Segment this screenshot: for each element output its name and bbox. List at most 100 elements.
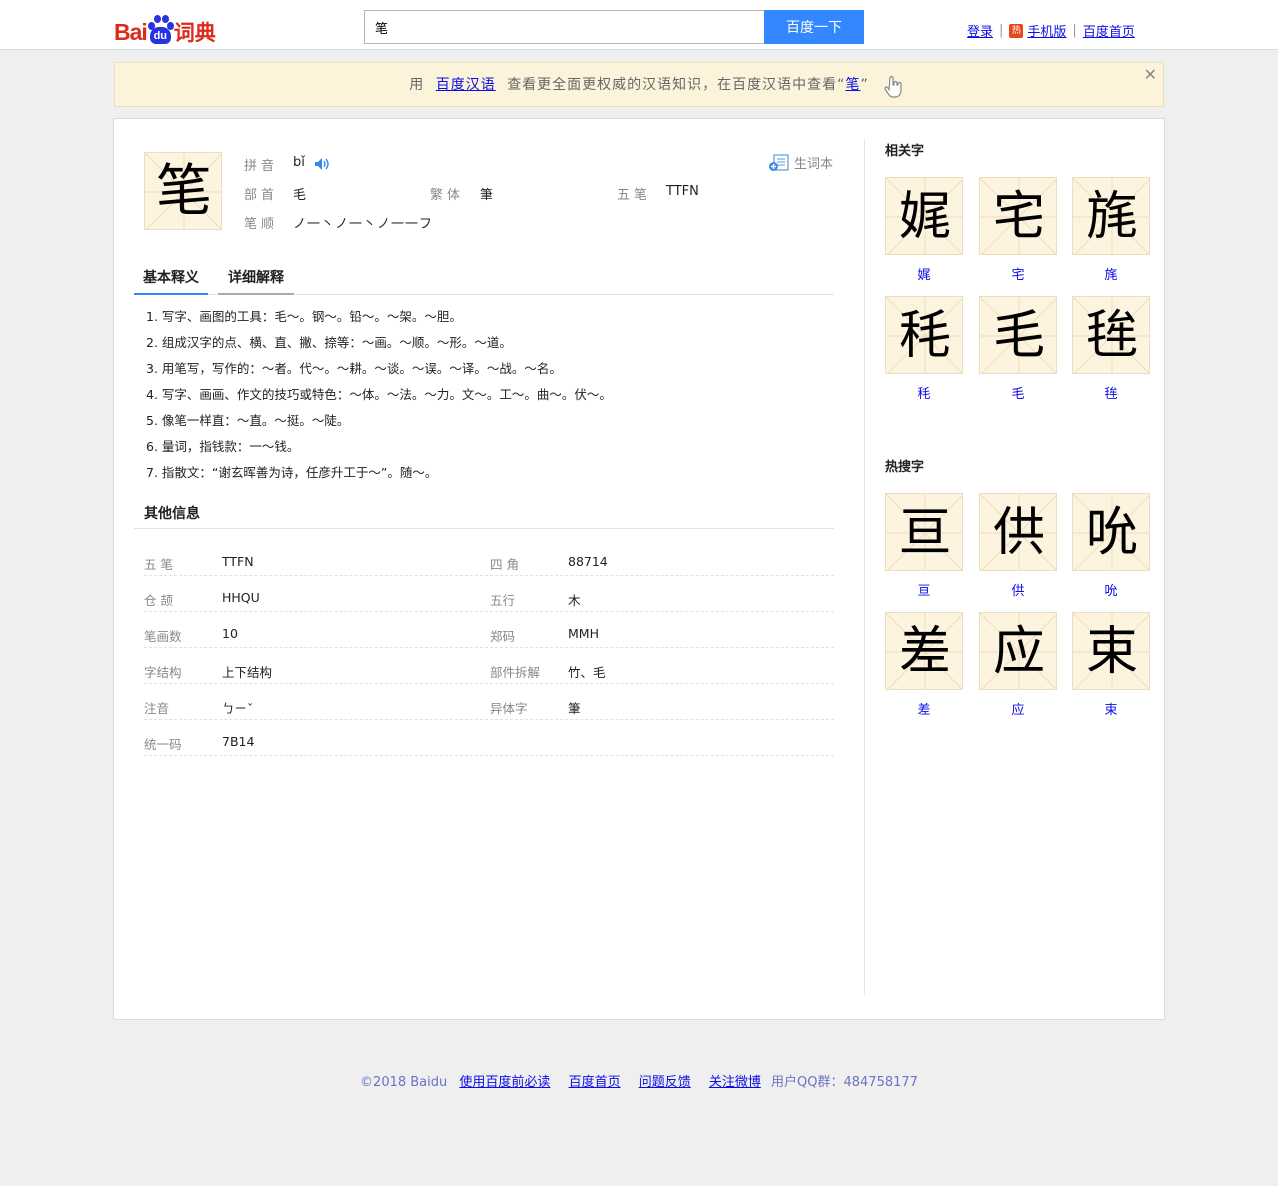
related-char-link[interactable]: 毛 [979, 383, 1057, 402]
info-value: TTFN [222, 554, 254, 569]
search-input[interactable] [364, 10, 765, 44]
related-char-tile[interactable]: 秏 [885, 296, 963, 374]
info-row: 五 笔 TTFN 四 角 88714 [144, 540, 834, 576]
stroke-order-value: ノ一丶ノ一丶ノ一一フ [293, 217, 434, 232]
footer: ©2018 Baidu 使用百度前必读 百度首页 问题反馈 关注微博 用户QQ群… [0, 1071, 1278, 1090]
tile-character: 秏 [898, 306, 951, 366]
related-char-link[interactable]: 毪 [1072, 383, 1150, 402]
hot-chars-title: 热搜字 [885, 460, 925, 475]
hot-char-link[interactable]: 亘 [885, 580, 963, 599]
pinyin-label: 拼音 [244, 159, 279, 174]
info-value: 竹、毛 [568, 665, 606, 680]
login-link[interactable]: 登录 [967, 21, 993, 40]
info-row: 仓 颉 HHQU 五行 木 [144, 576, 834, 612]
tile-character: 毛 [992, 306, 1045, 366]
notice-char-link[interactable]: 笔 [845, 77, 860, 93]
tile-character: 吮 [1085, 503, 1138, 563]
pinyin-value: bǐ [293, 155, 305, 170]
info-value: 88714 [568, 554, 608, 569]
search-button[interactable]: 百度一下 [764, 10, 864, 44]
tab-detailed[interactable]: 详细解释 [218, 265, 294, 295]
notice-banner: 用 百度汉语 查看更全面更权威的汉语知识，在百度汉语中查看“笔” ✕ [114, 62, 1164, 107]
info-value: 10 [222, 626, 238, 641]
definition-item: 2. 组成汉字的点、横、直、撇、捺等：～画。～顺。～形。～道。 [146, 335, 512, 350]
tile-character: 娓 [898, 187, 951, 247]
related-char-link[interactable]: 宅 [979, 264, 1057, 283]
notice-prefix: 用 [409, 77, 425, 93]
hot-char-tile[interactable]: 吮 [1072, 493, 1150, 571]
baidu-dictionary-logo[interactable]: Bai du 词典 [114, 6, 216, 44]
definition-item: 5. 像笔一样直：～直。～挺。～陡。 [146, 413, 350, 428]
wubi-label: 五笔 [617, 188, 652, 203]
info-row: 统一码 7B14 [144, 720, 834, 756]
hot-char-link[interactable]: 应 [979, 699, 1057, 718]
info-key: 笔画数 [144, 629, 182, 644]
main-content: 笔 拼音 bǐ 部首 毛 繁体 筆 五笔 TTFN 笔顺 ノ一丶ノ一丶ノ一一フ … [113, 118, 1165, 1020]
baidu-home-link[interactable]: 百度首页 [1083, 21, 1135, 40]
other-info-title: 其他信息 [144, 506, 200, 522]
top-links: 登录 | 热 手机版 | 百度首页 [967, 21, 1135, 40]
info-key: 四 角 [490, 557, 519, 572]
info-row: 笔画数 10 郑码 MMH [144, 612, 834, 648]
hot-char-tile[interactable]: 亘 [885, 493, 963, 571]
tile-character: 应 [992, 622, 1045, 682]
hot-char-tile[interactable]: 束 [1072, 612, 1150, 690]
tile-character: 束 [1085, 622, 1138, 682]
footer-weibo-link[interactable]: 关注微博 [709, 1075, 761, 1090]
related-char-tile[interactable]: 宅 [979, 177, 1057, 255]
info-row: 字结构 上下结构 部件拆解 竹、毛 [144, 648, 834, 684]
related-char-link[interactable]: 旄 [1072, 264, 1150, 283]
logo-text-du: du [149, 27, 171, 44]
footer-terms-link[interactable]: 使用百度前必读 [459, 1075, 550, 1090]
separator: | [999, 23, 1004, 38]
info-key: 五行 [490, 593, 516, 608]
hot-char-link[interactable]: 吮 [1072, 580, 1150, 599]
definition-list: 1. 写字、画图的工具：毛～。钢～。铅～。～架。～胆。 2. 组成汉字的点、横、… [146, 307, 612, 489]
tile-character: 宅 [992, 187, 1045, 247]
hot-char-tile[interactable]: 应 [979, 612, 1057, 690]
related-char-link[interactable]: 秏 [885, 383, 963, 402]
qq-group: 用户QQ群：484758177 [771, 1075, 918, 1090]
related-char-tile[interactable]: 旄 [1072, 177, 1150, 255]
mobile-link[interactable]: 手机版 [1027, 21, 1066, 40]
footer-home-link[interactable]: 百度首页 [569, 1075, 621, 1090]
header: Bai du 词典 百度一下 登录 | 热 手机版 | 百度首页 [0, 0, 1278, 50]
related-char-link[interactable]: 娓 [885, 264, 963, 283]
info-key: 五 笔 [144, 557, 173, 572]
tile-character: 旄 [1085, 187, 1138, 247]
info-value: HHQU [222, 590, 260, 605]
notice-close-icon[interactable]: ✕ [1144, 52, 1158, 97]
info-value: 上下结构 [222, 665, 273, 680]
hot-char-tile[interactable]: 差 [885, 612, 963, 690]
tab-basic[interactable]: 基本释义 [134, 265, 208, 295]
baidu-hanyu-link[interactable]: 百度汉语 [436, 77, 496, 93]
vocab-book-button[interactable]: 生词本 [768, 153, 833, 172]
info-value: 筆 [568, 701, 581, 716]
footer-feedback-link[interactable]: 问题反馈 [639, 1075, 691, 1090]
related-char-tile[interactable]: 娓 [885, 177, 963, 255]
logo-text-cidian: 词典 [173, 21, 216, 45]
hot-char-link[interactable]: 差 [885, 699, 963, 718]
definition-item: 3. 用笔写，写作的：～者。代～。～耕。～谈。～误。～译。～战。～名。 [146, 361, 562, 376]
tile-character: 毪 [1085, 306, 1138, 366]
hot-badge-icon: 热 [1009, 23, 1024, 38]
info-key: 郑码 [490, 629, 516, 644]
info-key: 仓 颉 [144, 593, 173, 608]
related-char-tile[interactable]: 毛 [979, 296, 1057, 374]
related-char-tile[interactable]: 毪 [1072, 296, 1150, 374]
traditional-value: 筆 [480, 188, 494, 203]
info-row: 注音 ㄅㄧˇ 异体字 筆 [144, 684, 834, 720]
stroke-order-label: 笔顺 [244, 217, 279, 232]
hot-char-link[interactable]: 束 [1072, 699, 1150, 718]
hot-char-link[interactable]: 供 [979, 580, 1057, 599]
tile-character: 亘 [898, 503, 951, 563]
related-chars-title: 相关字 [885, 144, 925, 159]
radical-value: 毛 [293, 188, 307, 203]
character-display: 笔 [144, 152, 222, 230]
speaker-icon[interactable] [314, 157, 330, 171]
definition-item: 7. 指散文：“谢玄晖善为诗，任彦升工于～”。随～。 [146, 465, 438, 480]
copyright: ©2018 Baidu [360, 1075, 448, 1090]
hand-pointer-icon [884, 75, 902, 98]
definition-item: 4. 写字、画画、作文的技巧或特色：～体。～法。～力。文～。工～。曲～。伏～。 [146, 387, 612, 402]
hot-char-tile[interactable]: 供 [979, 493, 1057, 571]
